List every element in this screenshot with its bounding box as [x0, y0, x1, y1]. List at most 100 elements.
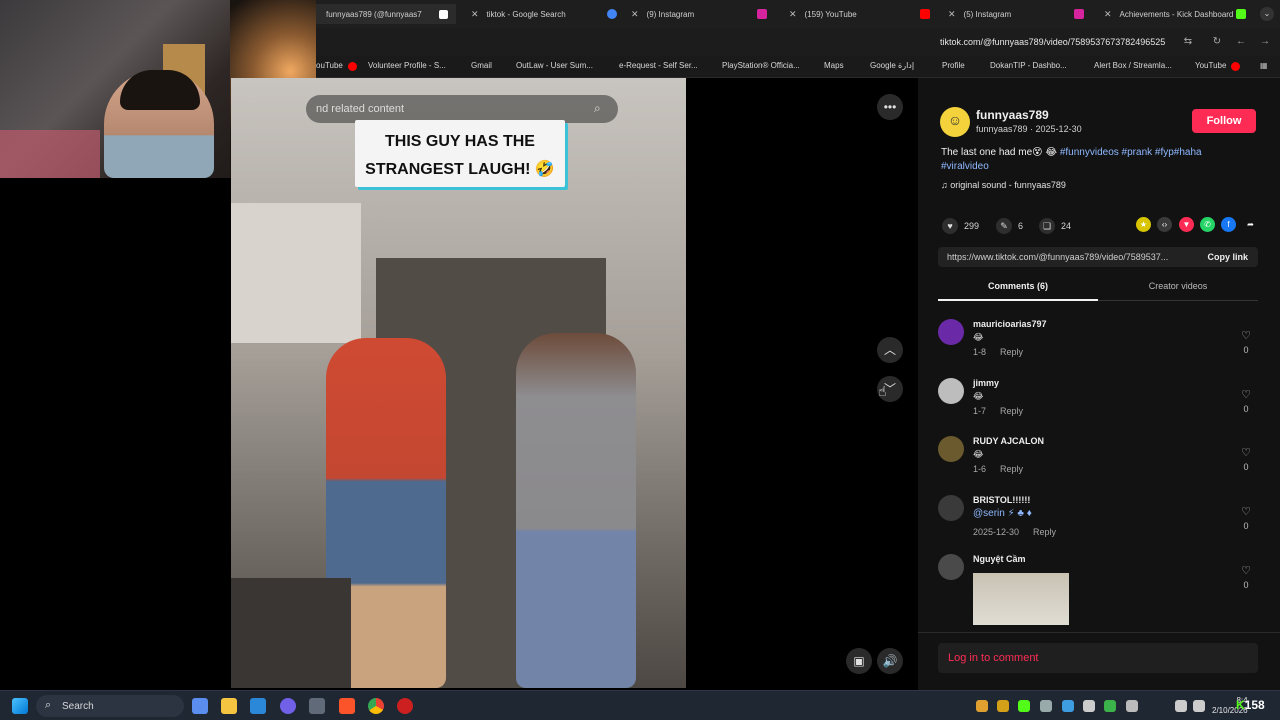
windows-start-icon[interactable]: [12, 698, 28, 714]
avatar[interactable]: [938, 378, 964, 404]
app-icon[interactable]: [309, 698, 325, 714]
comment-author[interactable]: Nguyệt Cầm: [973, 554, 1026, 564]
close-icon[interactable]: ✕: [789, 9, 797, 20]
bookmark-dokantip[interactable]: DokanTIP - Dashbo...: [990, 61, 1067, 70]
comment-stat[interactable]: ✎ 6: [996, 218, 1023, 234]
save-count: 24: [1061, 221, 1072, 231]
save-stat[interactable]: ❑ 24: [1039, 218, 1071, 234]
close-icon[interactable]: ✕: [1104, 9, 1112, 20]
youtube-icon: [1231, 62, 1240, 71]
bookmark-playstation[interactable]: PlayStation® Officia...: [722, 61, 800, 70]
comment-author[interactable]: RUDY AJCALON: [973, 436, 1044, 446]
copilot-icon[interactable]: [192, 698, 208, 714]
microphone-icon[interactable]: [1126, 700, 1138, 712]
close-icon[interactable]: ✕: [471, 9, 479, 20]
kick-icon: [1236, 9, 1246, 19]
post-link-box: https://www.tiktok.com/@funnyaas789/vide…: [938, 247, 1258, 267]
brave-icon[interactable]: [339, 698, 355, 714]
bookmark-streamlabs[interactable]: Alert Box / Streamla...: [1094, 61, 1172, 70]
bookmark-youtube-2[interactable]: YouTube: [1195, 61, 1226, 70]
bookmark-google[interactable]: Google إدارة: [870, 61, 914, 70]
headset-icon[interactable]: [1083, 700, 1095, 712]
close-icon[interactable]: ✕: [631, 9, 639, 20]
avatar[interactable]: [938, 495, 964, 521]
tray-icon[interactable]: [1018, 700, 1030, 712]
tray-icon[interactable]: [997, 700, 1009, 712]
store-icon[interactable]: [250, 698, 266, 714]
tab-tiktok[interactable]: funnyaas789 (@funnyaas7: [316, 4, 456, 24]
whatsapp-icon[interactable]: ✆: [1200, 217, 1215, 232]
volume-icon[interactable]: [1193, 700, 1205, 712]
comment-author[interactable]: mauricioarias797: [973, 319, 1047, 329]
tray-icon[interactable]: [1040, 700, 1052, 712]
follow-button[interactable]: Follow: [1192, 109, 1256, 133]
tray-icon[interactable]: [1104, 700, 1116, 712]
sound-link[interactable]: ♫ original sound - funnyaas789: [941, 180, 1066, 190]
heart-outline-icon[interactable]: ♡: [1240, 505, 1252, 518]
heart-outline-icon[interactable]: ♡: [1240, 388, 1252, 401]
comment-author[interactable]: jimmy: [973, 378, 999, 388]
reply-button[interactable]: Reply: [1000, 406, 1023, 416]
avatar[interactable]: [938, 436, 964, 462]
creator-avatar[interactable]: ☺: [940, 107, 970, 137]
heart-outline-icon[interactable]: ♡: [1240, 564, 1252, 577]
reload-icon[interactable]: ↻: [1211, 36, 1223, 48]
tray-icon[interactable]: [1062, 700, 1074, 712]
repost-icon[interactable]: ★: [1136, 217, 1151, 232]
facebook-icon[interactable]: f: [1221, 217, 1236, 232]
comment-image-thumbnail[interactable]: [973, 573, 1069, 625]
embed-icon[interactable]: ‹›: [1157, 217, 1172, 232]
comment-author[interactable]: BRISTOL!!!!!!: [973, 495, 1030, 505]
bookmark-maps[interactable]: Maps: [824, 61, 844, 70]
bookmark-youtube[interactable]: ouTube: [316, 61, 343, 70]
back-icon[interactable]: ←: [1235, 36, 1247, 48]
search-input[interactable]: nd related content ⌕: [306, 95, 618, 123]
taskbar-search[interactable]: ⌕ Search: [36, 695, 184, 717]
send-icon[interactable]: ▼: [1179, 217, 1194, 232]
tab-instagram-2[interactable]: ✕ (5) Instagram: [948, 4, 1088, 24]
heart-outline-icon[interactable]: ♡: [1240, 446, 1252, 459]
tab-google-search[interactable]: ✕ tiktok - Google Search: [471, 4, 621, 24]
network-icon[interactable]: [1175, 700, 1187, 712]
avatar[interactable]: [938, 554, 964, 580]
copy-link-button[interactable]: Copy link: [1207, 252, 1248, 262]
bookmark-volunteer[interactable]: Volunteer Profile - S...: [368, 61, 446, 70]
reply-button[interactable]: Reply: [1000, 347, 1023, 357]
address-bar[interactable]: tiktok.com/@funnyaas789/video/7589537673…: [316, 28, 1280, 56]
chevron-down-icon[interactable]: ⌄: [1260, 7, 1274, 21]
discord-icon[interactable]: [280, 698, 296, 714]
file-explorer-icon[interactable]: [221, 698, 237, 714]
bookmark-profile[interactable]: Profile: [942, 61, 965, 70]
like-stat[interactable]: ♥ 299: [942, 218, 979, 234]
picture-in-picture-icon[interactable]: ▣: [846, 648, 872, 674]
site-settings-icon[interactable]: ⇆: [1182, 36, 1194, 48]
avatar[interactable]: [938, 319, 964, 345]
search-icon[interactable]: ⌕: [594, 101, 601, 116]
all-bookmarks-icon[interactable]: ▦: [1260, 61, 1268, 70]
volume-icon[interactable]: 🔊: [877, 648, 903, 674]
chrome-icon[interactable]: [368, 698, 384, 714]
comment-date: 2025-12-30: [973, 527, 1020, 537]
tab-creator-videos[interactable]: Creator videos: [1098, 281, 1258, 301]
bookmark-outlaw[interactable]: OutLaw - User Sum...: [516, 61, 593, 70]
forward-icon[interactable]: →: [1259, 36, 1271, 48]
comment-text: @serin ⚡ ♣ ♦: [973, 508, 1032, 519]
creator-username[interactable]: funnyaas789: [976, 108, 1049, 122]
tab-comments[interactable]: Comments (6): [938, 281, 1098, 301]
tray-icon[interactable]: [976, 700, 988, 712]
bookmark-erequest[interactable]: e-Request - Self Ser...: [619, 61, 698, 70]
tab-kick-dashboard[interactable]: ✕ Achievements - Kick Dashboard: [1104, 4, 1250, 24]
log-in-to-comment-button[interactable]: Log in to comment: [938, 643, 1258, 673]
close-icon[interactable]: ✕: [948, 9, 956, 20]
tab-instagram-1[interactable]: ✕ (9) Instagram: [631, 4, 771, 24]
previous-video-icon[interactable]: ︿: [877, 337, 903, 363]
reply-button[interactable]: Reply: [1000, 464, 1023, 474]
heart-outline-icon[interactable]: ♡: [1240, 329, 1252, 342]
share-icon[interactable]: ➦: [1243, 217, 1258, 232]
obs-icon[interactable]: [397, 698, 413, 714]
bookmark-gmail[interactable]: Gmail: [471, 61, 492, 70]
tab-youtube[interactable]: ✕ (159) YouTube: [789, 4, 934, 24]
reply-button[interactable]: Reply: [1033, 527, 1056, 537]
taskbar-search-label: Search: [62, 701, 94, 712]
more-options-icon[interactable]: •••: [877, 94, 903, 120]
